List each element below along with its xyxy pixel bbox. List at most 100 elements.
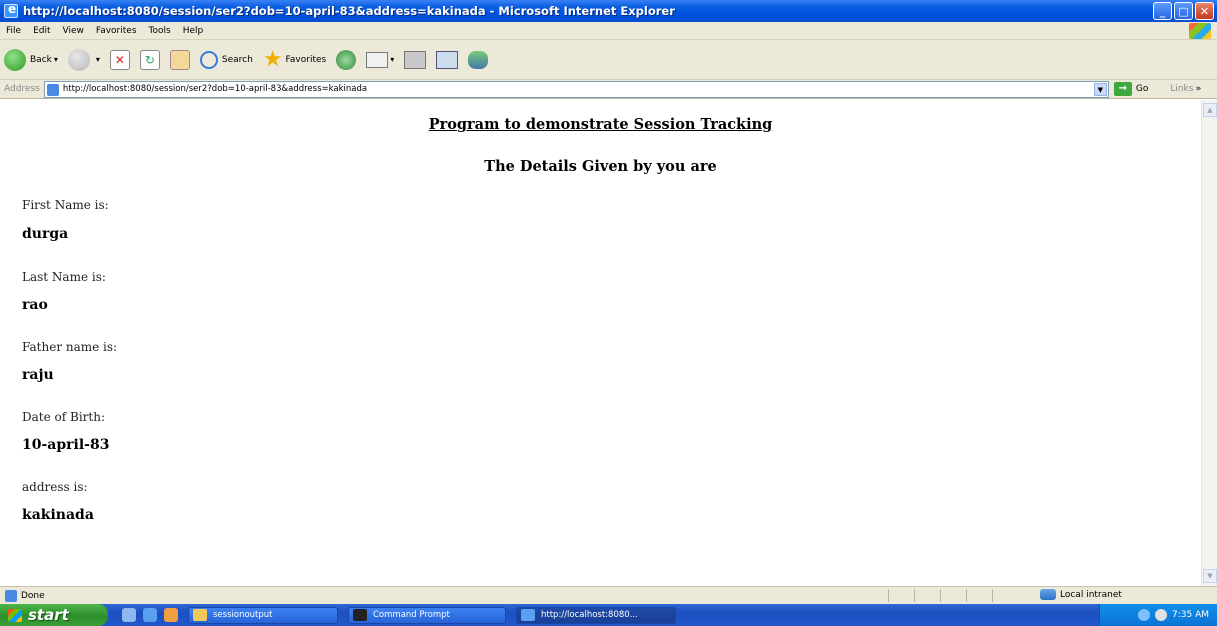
status-pane — [992, 589, 1016, 602]
zone-label: Local intranet — [1060, 589, 1122, 600]
windows-logo-icon — [1189, 23, 1211, 39]
media-player-icon[interactable] — [164, 608, 178, 622]
mail-icon — [366, 51, 389, 68]
taskbar: start sessionoutput Command Prompt http:… — [0, 604, 1217, 626]
links-toolbar[interactable]: Links — [1170, 84, 1193, 94]
print-button[interactable] — [404, 50, 427, 69]
edit-button[interactable] — [436, 50, 459, 69]
menu-file[interactable]: File — [0, 26, 27, 36]
window-title: http://localhost:8080/session/ser2?dob=1… — [23, 4, 675, 18]
command-prompt-icon — [353, 609, 367, 621]
address-field-label: address is: — [22, 480, 88, 494]
vertical-scrollbar[interactable]: ▲ ▼ — [1201, 100, 1217, 586]
menu-favorites[interactable]: Favorites — [90, 26, 143, 36]
history-icon — [336, 49, 357, 70]
task-sessionoutput[interactable]: sessionoutput — [188, 606, 338, 624]
standard-toolbar: Back ▾ ▾ ✕ ↻ Search ★ Favorites ▾ — [0, 40, 1217, 80]
quick-launch — [122, 608, 178, 622]
page-content: Program to demonstrate Session Tracking … — [0, 100, 1201, 586]
minimize-button[interactable]: _ — [1153, 2, 1172, 20]
first-name-value: durga — [22, 226, 69, 242]
title-bar[interactable]: http://localhost:8080/session/ser2?dob=1… — [0, 0, 1217, 22]
page-icon — [46, 83, 59, 96]
menu-tools[interactable]: Tools — [143, 26, 177, 36]
status-panes — [888, 589, 1016, 602]
messenger-icon — [468, 50, 489, 69]
task-internet-explorer[interactable]: http://localhost:8080... — [516, 606, 676, 624]
father-name-label: Father name is: — [22, 340, 118, 354]
forward-arrow-icon — [67, 48, 90, 71]
messenger-button[interactable] — [468, 50, 489, 69]
go-button[interactable]: → Go — [1113, 82, 1149, 96]
scroll-down-icon[interactable]: ▼ — [1203, 569, 1217, 583]
father-name-value: raju — [22, 367, 54, 383]
status-pane — [940, 589, 964, 602]
links-chevron-icon[interactable]: » — [1195, 84, 1201, 94]
chevron-down-icon[interactable]: ▾ — [54, 55, 58, 64]
menu-view[interactable]: View — [57, 26, 90, 36]
home-button[interactable] — [169, 49, 190, 70]
chevron-down-icon[interactable]: ▾ — [96, 55, 100, 64]
search-icon — [199, 50, 218, 69]
address-label: Address — [4, 84, 40, 94]
search-label: Search — [221, 54, 253, 65]
volume-icon[interactable] — [1155, 609, 1167, 621]
task-label: sessionoutput — [213, 610, 273, 620]
favorites-button[interactable]: ★ Favorites — [262, 46, 327, 72]
stop-icon: ✕ — [109, 49, 130, 70]
last-name-value: rao — [22, 297, 48, 313]
date-of-birth-value: 10-april-83 — [22, 437, 110, 453]
internet-explorer-icon — [4, 2, 18, 18]
address-url: http://localhost:8080/session/ser2?dob=1… — [62, 84, 368, 94]
history-button[interactable] — [336, 49, 357, 70]
last-name-label: Last Name is: — [22, 270, 106, 284]
internet-explorer-icon[interactable] — [143, 608, 157, 622]
favorites-star-icon: ★ — [262, 46, 283, 72]
local-intranet-icon — [1040, 589, 1056, 600]
address-input[interactable]: http://localhost:8080/session/ser2?dob=1… — [43, 80, 1109, 98]
maximize-button[interactable]: □ — [1174, 2, 1193, 20]
chevron-down-icon[interactable]: ▾ — [390, 55, 394, 64]
edit-page-icon — [436, 50, 459, 69]
go-label: Go — [1135, 84, 1149, 94]
forward-button[interactable]: ▾ — [67, 48, 100, 71]
favorites-label: Favorites — [285, 54, 327, 65]
refresh-button[interactable]: ↻ — [139, 49, 160, 70]
menu-help[interactable]: Help — [177, 26, 210, 36]
folder-icon — [193, 609, 207, 621]
task-label: http://localhost:8080... — [541, 610, 638, 620]
chevron-down-icon[interactable]: ▼ — [1093, 82, 1107, 96]
menu-bar: File Edit View Favorites Tools Help — [0, 22, 1217, 40]
task-command-prompt[interactable]: Command Prompt — [348, 606, 506, 624]
status-pane — [914, 589, 938, 602]
go-arrow-icon: → — [1113, 82, 1132, 96]
page-done-icon — [5, 589, 17, 602]
status-text: Done — [21, 590, 45, 601]
mail-button[interactable]: ▾ — [366, 51, 394, 68]
back-button[interactable]: Back ▾ — [4, 48, 58, 71]
home-icon — [169, 49, 190, 70]
show-desktop-icon[interactable] — [122, 608, 136, 622]
scroll-up-icon[interactable]: ▲ — [1203, 103, 1217, 117]
network-icon[interactable] — [1138, 609, 1150, 621]
page-heading: Program to demonstrate Session Tracking — [428, 116, 773, 133]
stop-button[interactable]: ✕ — [109, 49, 130, 70]
task-label: Command Prompt — [373, 610, 450, 620]
printer-icon — [404, 50, 427, 69]
first-name-label: First Name is: — [22, 198, 109, 212]
windows-flag-icon — [8, 608, 22, 622]
security-zone[interactable]: Local intranet — [1040, 589, 1122, 600]
status-pane — [888, 589, 912, 602]
start-label: start — [28, 606, 69, 624]
refresh-icon: ↻ — [139, 49, 160, 70]
clock: 7:35 AM — [1172, 610, 1209, 620]
menu-edit[interactable]: Edit — [27, 26, 56, 36]
start-button[interactable]: start — [0, 604, 108, 626]
back-arrow-icon — [4, 48, 26, 71]
date-of-birth-label: Date of Birth: — [22, 410, 105, 424]
close-button[interactable]: ✕ — [1195, 2, 1214, 20]
status-pane — [966, 589, 990, 602]
page-subheading: The Details Given by you are — [484, 158, 717, 175]
search-button[interactable]: Search — [199, 50, 253, 69]
window-controls: _ □ ✕ — [1153, 2, 1214, 20]
